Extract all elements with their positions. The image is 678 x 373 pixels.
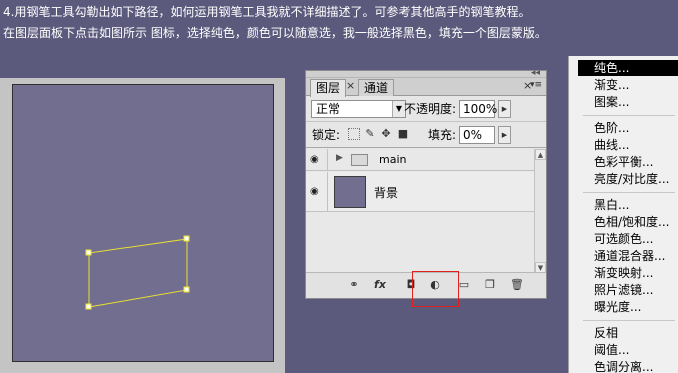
layer-thumbnail — [334, 176, 366, 208]
blend-mode-value: 正常 — [316, 102, 341, 116]
layer-row-main[interactable]: ◉ ▶ main — [306, 149, 536, 171]
new-layer-icon[interactable]: ❐ — [482, 278, 498, 292]
anchor-point — [85, 303, 92, 310]
menu-item-channel-mixer[interactable]: 通道混合器... — [578, 248, 678, 264]
close-tab-icon[interactable]: × — [346, 79, 355, 92]
layers-list: ◉ ▶ main ◉ 背景 — [306, 149, 536, 273]
instruction-line-1: 4.用钢笔工具勾勒出如下路径，如何运用钢笔工具我就不详细描述了。可参考其他高手的… — [3, 5, 531, 19]
fill-input[interactable]: 0% — [459, 126, 495, 144]
layer-name: 背景 — [374, 186, 399, 200]
menu-separator — [583, 320, 675, 321]
folder-icon — [351, 154, 368, 166]
instruction-line-2: 在图层面板下点击如图所示 图标，选择纯色，颜色可以随意选，我一般选择黑色，填充一… — [3, 26, 547, 40]
menu-item-color-balance[interactable]: 色彩平衡... — [578, 154, 678, 170]
menu-separator — [583, 115, 675, 116]
menu-item-solid-color[interactable]: 纯色... — [578, 60, 678, 76]
blend-mode-select[interactable]: 正常 ▼ — [311, 100, 406, 118]
lock-all-icon[interactable]: ■ — [397, 128, 409, 140]
anchor-point — [85, 249, 92, 256]
menu-item-curves[interactable]: 曲线... — [578, 137, 678, 153]
instruction-text: 4.用钢笔工具勾勒出如下路径，如何运用钢笔工具我就不详细描述了。可参考其他高手的… — [3, 2, 573, 44]
menu-item-posterize[interactable]: 色调分离... — [578, 359, 678, 373]
highlight-box — [412, 271, 459, 307]
layers-panel: ◂◂ 图层 通道 × × ▾≡ 正常 ▼ 不透明度: 100% ▶ 锁定: ✎ … — [305, 68, 547, 299]
panel-tabbar: 图层 通道 × × ▾≡ — [306, 78, 546, 97]
anchor-point — [183, 235, 190, 242]
menu-item-levels[interactable]: 色阶... — [578, 120, 678, 136]
visibility-toggle[interactable]: ◉ — [306, 172, 328, 211]
adjustment-menu: 纯色... 渐变... 图案... 色阶... 曲线... 色彩平衡... 亮度… — [568, 56, 678, 373]
tab-channels[interactable]: 通道 — [358, 79, 395, 96]
menu-item-threshold[interactable]: 阈值... — [578, 342, 678, 358]
visibility-toggle[interactable]: ◉ — [306, 149, 328, 170]
anchor-point — [183, 286, 190, 293]
collapse-icon[interactable]: ◂◂ — [531, 68, 540, 78]
pen-path — [85, 235, 190, 310]
eye-icon: ◉ — [310, 186, 319, 197]
panel-titlebar[interactable]: ◂◂ — [306, 68, 546, 78]
blend-opacity-row: 正常 ▼ 不透明度: 100% ▶ — [306, 97, 546, 122]
layers-scrollbar[interactable]: ▲ ▼ — [534, 149, 546, 273]
fill-label: 填充: — [428, 128, 457, 142]
tab-layers[interactable]: 图层 — [310, 79, 347, 97]
lock-transparent-icon[interactable] — [348, 128, 360, 140]
menu-item-gradient-map[interactable]: 渐变映射... — [578, 265, 678, 281]
opacity-label: 不透明度: — [404, 102, 457, 116]
menu-item-hue-saturation[interactable]: 色相/饱和度... — [578, 214, 678, 230]
link-icon[interactable]: ⚭ — [346, 278, 362, 292]
menu-item-brightness-contrast[interactable]: 亮度/对比度... — [578, 171, 678, 187]
brush-lock-icon[interactable]: ✎ — [364, 128, 376, 140]
menu-item-invert[interactable]: 反相 — [578, 325, 678, 341]
trash-icon[interactable]: 🗑 — [509, 278, 525, 292]
menu-separator — [583, 192, 675, 193]
fx-icon[interactable]: fx — [372, 278, 388, 292]
scroll-up-icon[interactable]: ▲ — [535, 149, 546, 160]
opacity-input[interactable]: 100% — [459, 100, 497, 118]
menu-item-exposure[interactable]: 曝光度... — [578, 299, 678, 315]
lock-label: 锁定: — [312, 128, 341, 142]
menu-item-black-white[interactable]: 黑白... — [578, 197, 678, 213]
lock-fill-row: 锁定: ✎ ✥ ■ 填充: 0% ▶ — [306, 123, 546, 148]
layer-row-background[interactable]: ◉ 背景 — [306, 172, 536, 212]
document-canvas[interactable] — [12, 84, 274, 362]
layer-name: main — [379, 153, 407, 166]
menu-item-photo-filter[interactable]: 照片滤镜... — [578, 282, 678, 298]
opacity-slider-button[interactable]: ▶ — [498, 100, 511, 118]
move-lock-icon[interactable]: ✥ — [380, 128, 392, 140]
menu-item-pattern[interactable]: 图案... — [578, 94, 678, 110]
menu-item-gradient[interactable]: 渐变... — [578, 77, 678, 93]
eye-icon: ◉ — [310, 154, 319, 165]
expand-triangle-icon[interactable]: ▶ — [336, 153, 343, 163]
fill-slider-button[interactable]: ▶ — [498, 126, 511, 144]
panel-menu-icon[interactable]: ▾≡ — [530, 80, 542, 90]
menu-item-selective-color[interactable]: 可选颜色... — [578, 231, 678, 247]
